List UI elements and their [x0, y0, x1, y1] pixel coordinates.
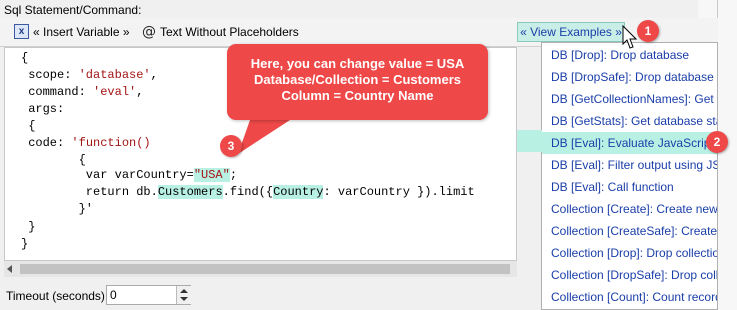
example-item[interactable]: DB [Eval]: Call function: [542, 176, 717, 198]
insert-variable-icon: x: [14, 24, 29, 39]
code-line: var varCountry="USA";: [21, 168, 238, 182]
column-name-highlight: Country: [273, 185, 324, 199]
timeout-spinner[interactable]: [176, 286, 191, 304]
selected-row-extension: [517, 130, 542, 152]
callout-line: Database/Collection = Customers: [254, 72, 461, 87]
example-item[interactable]: Collection [Create]: Create new coll: [542, 198, 717, 220]
sql-statement-label: Sql Statement/Command:: [4, 3, 142, 17]
spin-up-icon[interactable]: [180, 289, 188, 293]
code-line: code: 'function(): [21, 136, 151, 150]
insert-variable-button[interactable]: x « Insert Variable »: [14, 22, 130, 41]
step-badge-3: 3: [220, 135, 242, 157]
right-panel-strip-top: [698, 0, 718, 18]
collection-name-highlight: Customers: [157, 185, 223, 199]
view-examples-label: « View Examples »: [520, 25, 622, 39]
code-line: }: [21, 237, 29, 251]
usa-value-highlight: "USA": [193, 168, 230, 182]
right-panel-strip: [717, 0, 737, 310]
code-line: args:: [21, 102, 65, 116]
view-examples-button[interactable]: « View Examples »: [517, 22, 625, 42]
scroll-left-arrow-icon[interactable]: [7, 265, 12, 273]
code-line: scope: 'database',: [21, 68, 158, 82]
code-line: {: [21, 153, 86, 167]
code-line: }: [21, 220, 36, 234]
example-item[interactable]: DB [GetCollectionNames]: Get colle: [542, 88, 717, 110]
example-item[interactable]: Collection [CreateSafe]: Create new: [542, 220, 717, 242]
text-without-placeholders-label: Text Without Placeholders: [160, 24, 299, 39]
example-item[interactable]: DB [GetStats]: Get database statistic: [542, 110, 717, 132]
code-line: return db.Customers.find({Country: varCo…: [21, 185, 475, 199]
code-line: }': [21, 202, 94, 216]
text-without-placeholders-button[interactable]: @ Text Without Placeholders: [142, 22, 299, 41]
example-item-selected[interactable]: DB [Eval]: Evaluate JavaScript: [542, 132, 717, 154]
scrollbar-thumb[interactable]: [20, 264, 510, 274]
example-item[interactable]: DB [DropSafe]: Drop database if exis: [542, 66, 717, 88]
timeout-label: Timeout (seconds):: [6, 289, 109, 303]
callout-line: Here, you can change value = USA: [250, 56, 465, 71]
spin-down-icon[interactable]: [180, 297, 188, 301]
code-line: {: [21, 51, 29, 65]
example-item[interactable]: Collection [Count]: Count records: [542, 286, 717, 308]
code-line: {: [21, 119, 36, 133]
example-item[interactable]: Collection [DropSafe]: Drop collecti: [542, 264, 717, 286]
callout-line: Column = Country Name: [281, 88, 434, 103]
at-sign-icon: @: [142, 23, 156, 40]
code-line: command: 'eval',: [21, 85, 144, 99]
horizontal-scrollbar[interactable]: [4, 261, 517, 277]
callout-balloon: Here, you can change value = USA Databas…: [227, 44, 488, 120]
step-badge-2: 2: [706, 131, 728, 153]
example-item[interactable]: Collection [Drop]: Drop collection: [542, 242, 717, 264]
examples-dropdown: DB [Drop]: Drop database DB [DropSafe]: …: [541, 42, 718, 310]
insert-variable-label: « Insert Variable »: [33, 24, 130, 39]
example-item[interactable]: DB [Eval]: Filter output using JSONP: [542, 154, 717, 176]
step-badge-1: 1: [637, 20, 659, 42]
